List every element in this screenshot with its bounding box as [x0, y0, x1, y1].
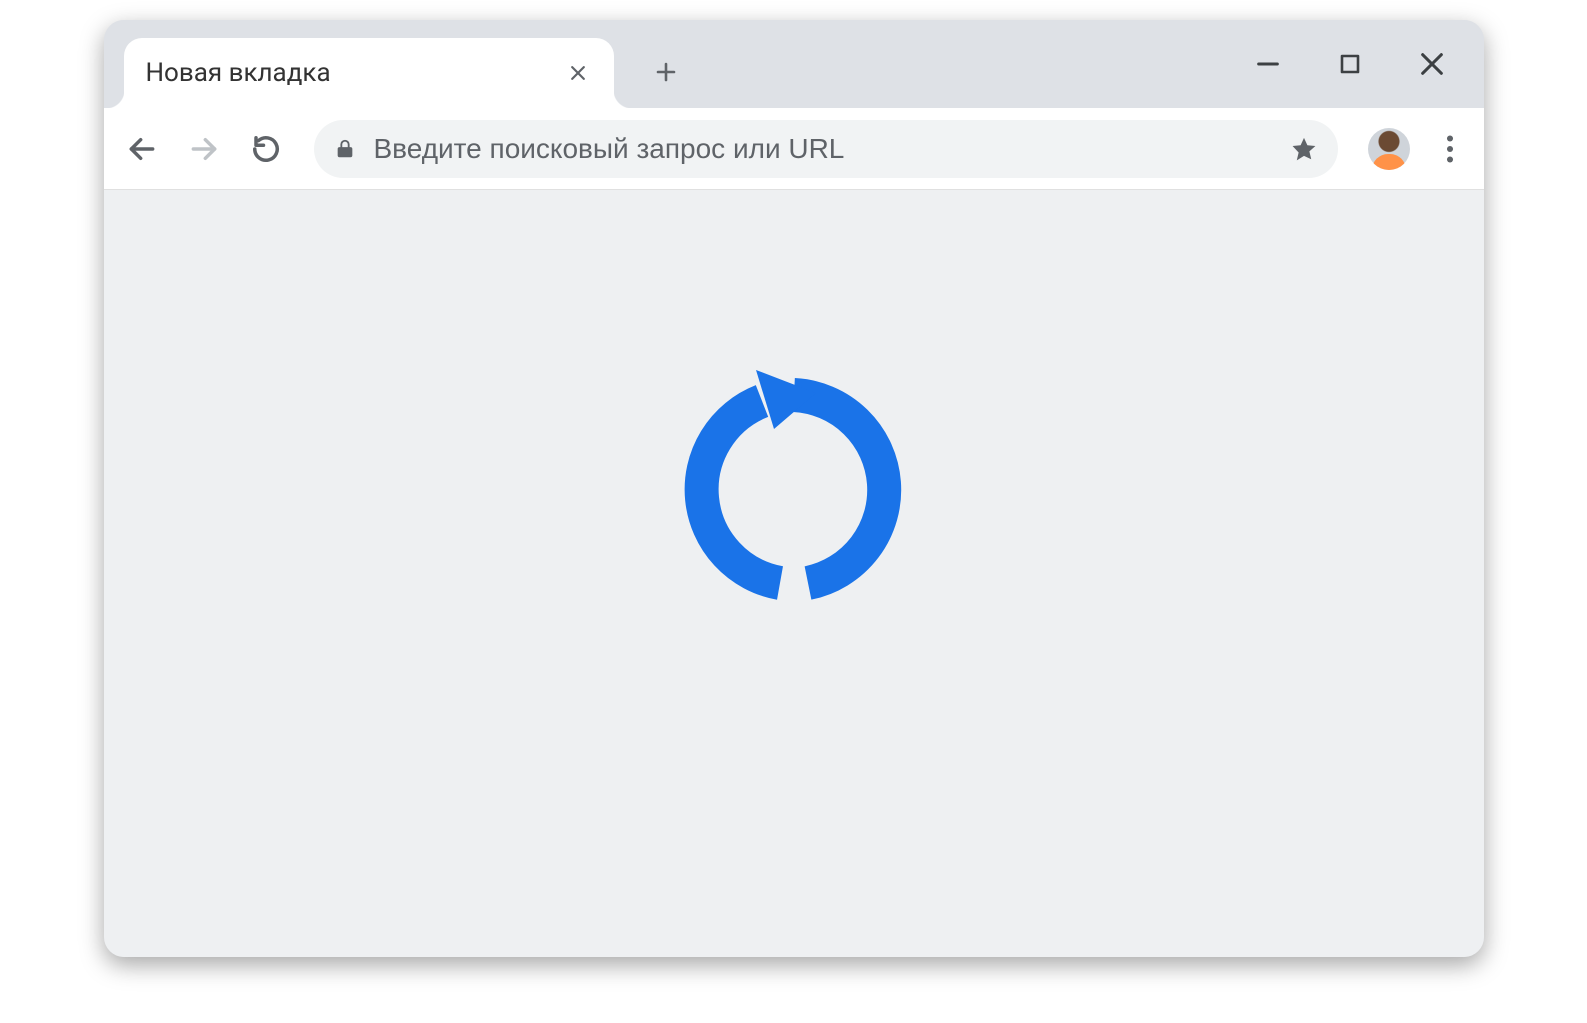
star-icon — [1290, 135, 1318, 163]
close-icon — [1418, 50, 1446, 78]
menu-button[interactable] — [1426, 125, 1474, 173]
close-window-button[interactable] — [1410, 42, 1454, 86]
arrow-right-icon — [188, 133, 220, 165]
arrow-left-icon — [126, 133, 158, 165]
plus-icon — [654, 60, 678, 84]
window-controls — [1246, 20, 1474, 108]
profile-avatar[interactable] — [1368, 128, 1410, 170]
close-icon — [568, 63, 588, 83]
close-tab-button[interactable] — [564, 59, 592, 87]
restart-arrow-icon — [644, 355, 944, 615]
maximize-icon — [1338, 52, 1362, 76]
tab-new-tab[interactable]: Новая вкладка — [124, 38, 614, 108]
toolbar — [104, 108, 1484, 190]
update-restart-graphic — [644, 360, 944, 610]
tab-strip: Новая вкладка — [104, 20, 1484, 108]
tab-title: Новая вкладка — [146, 58, 564, 88]
minimize-icon — [1254, 50, 1282, 78]
bookmark-button[interactable] — [1290, 135, 1318, 163]
maximize-button[interactable] — [1328, 42, 1372, 86]
kebab-menu-icon — [1446, 135, 1454, 163]
lock-icon — [334, 138, 356, 160]
new-tab-button[interactable] — [642, 48, 690, 96]
back-button[interactable] — [114, 121, 170, 177]
omnibox[interactable] — [314, 120, 1338, 178]
reload-button[interactable] — [238, 121, 294, 177]
address-input[interactable] — [374, 133, 1272, 165]
minimize-button[interactable] — [1246, 42, 1290, 86]
browser-window: Новая вкладка — [104, 20, 1484, 957]
reload-icon — [251, 134, 281, 164]
page-content — [104, 190, 1484, 957]
forward-button[interactable] — [176, 121, 232, 177]
